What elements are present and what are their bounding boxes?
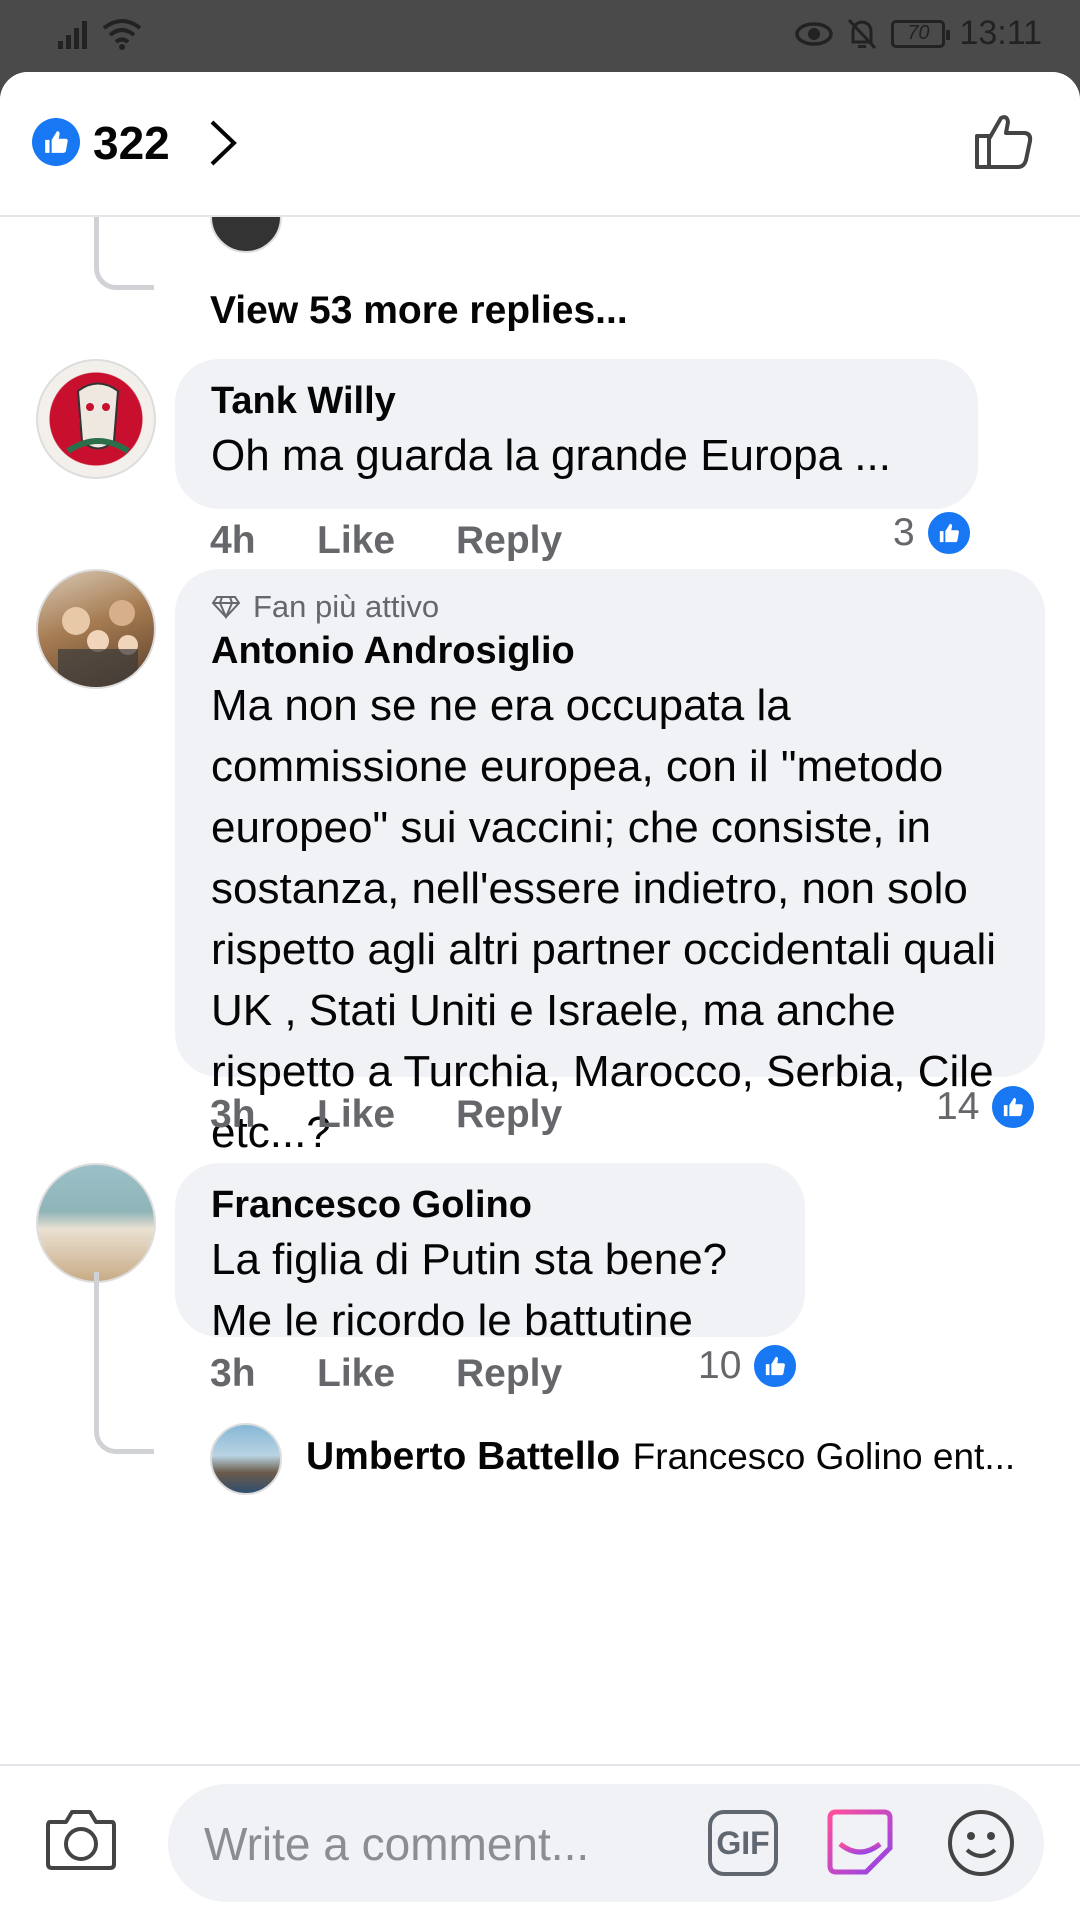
comment-text: Ma non se ne era occupata la commissione… [211,681,997,1157]
thread-connector [94,1272,154,1454]
avatar[interactable] [210,1423,282,1495]
reply-button[interactable]: Reply [456,1352,562,1396]
bell-off-icon [848,18,877,49]
comment-bubble[interactable]: Fan più attivo Antonio Androsiglio Ma no… [175,569,1045,1157]
comment-composer: Write a comment... GIF [0,1764,1080,1920]
reaction-count: 10 [698,1344,742,1387]
diamond-icon [211,596,241,619]
badge-label: Fan più attivo [253,589,440,624]
avatar-art [66,382,130,454]
status-bar: 70 13:11 [0,0,1080,74]
comment-time: 3h [210,1093,256,1136]
comment-bubble[interactable]: Tank Willy Oh ma guarda la grande Europa… [175,359,978,509]
reaction-count: 14 [936,1085,980,1128]
comment-author[interactable]: Antonio Androsiglio [211,627,1009,675]
comment-text: La figlia di Putin sta bene? Me le ricor… [211,1235,728,1345]
reaction-summary[interactable]: 10 [698,1342,800,1390]
reactions-header: 322 [0,72,1080,217]
like-reaction-icon [751,1342,800,1390]
chevron-right-icon[interactable] [208,118,238,168]
reaction-count: 3 [893,511,915,554]
comments-sheet: 322 View 53 more replies... Tank Willy O… [0,72,1080,1920]
sticker-icon[interactable] [826,1808,894,1878]
like-button[interactable]: Like [317,1352,395,1396]
reaction-summary[interactable]: 3 [893,509,973,557]
reply-button[interactable]: Reply [456,1093,562,1137]
comment-bubble[interactable]: Francesco Golino La figlia di Putin sta … [175,1163,805,1345]
reaction-count[interactable]: 322 [93,116,170,170]
like-reaction-icon [924,509,973,557]
like-reaction-icon [989,1083,1038,1131]
avatar[interactable] [36,569,156,689]
reply-author[interactable]: Umberto Battello [306,1435,620,1478]
eye-icon [795,21,834,46]
emoji-icon[interactable] [946,1808,1016,1878]
comment-text: Oh ma guarda la grande Europa ... [211,431,891,480]
battery-icon: 70 [891,19,951,48]
like-outline-icon[interactable] [974,110,1034,170]
thread-connector [94,217,154,290]
reaction-summary[interactable]: 14 [936,1083,1038,1131]
comment-time: 4h [210,519,256,562]
top-fan-badge: Fan più attivo [211,587,1009,627]
like-button[interactable]: Like [317,1093,395,1137]
comment-author[interactable]: Francesco Golino [211,1181,769,1229]
comment-input[interactable]: Write a comment... GIF [168,1784,1044,1902]
view-more-replies-link[interactable]: View 53 more replies... [210,289,628,333]
avatar[interactable] [36,1163,156,1283]
comment-placeholder: Write a comment... [204,1818,590,1870]
gif-button[interactable]: GIF [708,1810,778,1876]
camera-icon[interactable] [44,1806,118,1872]
like-button[interactable]: Like [317,519,395,563]
comments-list: View 53 more replies... Tank Willy Oh ma… [0,217,1080,1764]
reply-button[interactable]: Reply [456,519,562,563]
comment-author[interactable]: Tank Willy [211,377,942,425]
signal-icon [58,21,87,49]
clock: 13:11 [959,14,1042,52]
avatar-art [58,600,138,687]
reply-text: Francesco Golino ent... [632,1436,1016,1477]
reply-preview[interactable]: Umberto Battello Francesco Golino ent... [306,1435,1036,1479]
comment-time: 3h [210,1352,256,1395]
wifi-icon [102,19,142,50]
avatar[interactable] [210,217,282,253]
avatar[interactable] [36,359,156,479]
battery-level: 70 [907,22,930,44]
like-reaction-icon [32,118,80,166]
